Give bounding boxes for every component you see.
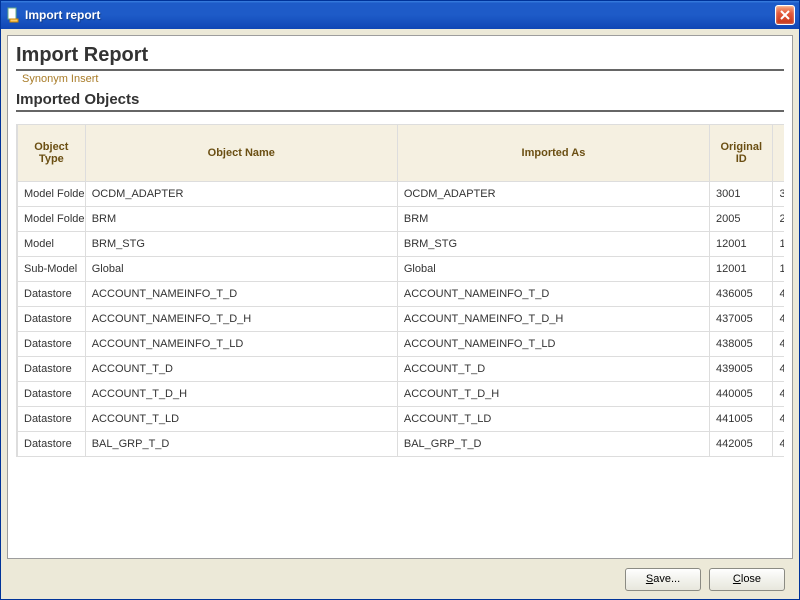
cell-nid: 439005 — [773, 357, 784, 382]
cell-as: BRM_STG — [397, 232, 709, 257]
cell-as: OCDM_ADAPTER — [397, 182, 709, 207]
cell-oid: 438005 — [710, 332, 773, 357]
cell-type: Model — [18, 232, 86, 257]
close-icon — [780, 10, 790, 20]
cell-name: ACCOUNT_NAMEINFO_T_D — [85, 282, 397, 307]
col-new-id: New ID After Import — [773, 125, 784, 182]
col-imported-as: Imported As — [397, 125, 709, 182]
cell-type: Sub-Model — [18, 257, 86, 282]
cell-name: ACCOUNT_NAMEINFO_T_LD — [85, 332, 397, 357]
import-report-window: Import report Import Report Synonym Inse… — [0, 0, 800, 600]
document-icon — [5, 7, 21, 23]
table-row: ModelBRM_STGBRM_STG1200112001 — [18, 232, 785, 257]
button-bar: Save... Close — [1, 559, 799, 599]
cell-nid: 438005 — [773, 332, 784, 357]
imported-objects-table: Object Type Object Name Imported As Orig… — [17, 124, 784, 457]
cell-as: ACCOUNT_T_D — [397, 357, 709, 382]
table-scroll[interactable]: Object Type Object Name Imported As Orig… — [16, 124, 784, 457]
cell-nid: 12001 — [773, 232, 784, 257]
cell-type: Datastore — [18, 307, 86, 332]
table-row: Model FolderOCDM_ADAPTEROCDM_ADAPTER3001… — [18, 182, 785, 207]
cell-oid: 440005 — [710, 382, 773, 407]
cell-name: ACCOUNT_NAMEINFO_T_D_H — [85, 307, 397, 332]
page-title: Import Report — [16, 44, 784, 71]
table-row: DatastoreACCOUNT_T_DACCOUNT_T_D439005439… — [18, 357, 785, 382]
cell-oid: 12001 — [710, 257, 773, 282]
cell-as: BAL_GRP_T_D — [397, 432, 709, 457]
cell-type: Datastore — [18, 357, 86, 382]
cell-nid: 437005 — [773, 307, 784, 332]
cell-name: ACCOUNT_T_D — [85, 357, 397, 382]
close-label-rest: lose — [741, 573, 761, 585]
cell-nid: 442005 — [773, 432, 784, 457]
cell-oid: 436005 — [710, 282, 773, 307]
col-object-name: Object Name — [85, 125, 397, 182]
cell-as: Global — [397, 257, 709, 282]
cell-oid: 2005 — [710, 207, 773, 232]
cell-name: BAL_GRP_T_D — [85, 432, 397, 457]
cell-name: OCDM_ADAPTER — [85, 182, 397, 207]
cell-name: ACCOUNT_T_LD — [85, 407, 397, 432]
content-area: Import Report Synonym Insert Imported Ob… — [7, 35, 793, 559]
cell-nid: 2005 — [773, 207, 784, 232]
cell-oid: 12001 — [710, 232, 773, 257]
cell-type: Model Folder — [18, 207, 86, 232]
col-object-type: Object Type — [18, 125, 86, 182]
cell-type: Datastore — [18, 382, 86, 407]
table-row: Sub-ModelGlobalGlobal1200112001 — [18, 257, 785, 282]
cell-as: BRM — [397, 207, 709, 232]
cell-type: Datastore — [18, 332, 86, 357]
table-row: DatastoreBAL_GRP_T_DBAL_GRP_T_D442005442… — [18, 432, 785, 457]
cell-as: ACCOUNT_T_LD — [397, 407, 709, 432]
cell-name: Global — [85, 257, 397, 282]
table-header-row: Object Type Object Name Imported As Orig… — [18, 125, 785, 182]
cell-nid: 441005 — [773, 407, 784, 432]
cell-type: Model Folder — [18, 182, 86, 207]
cell-type: Datastore — [18, 432, 86, 457]
table-row: DatastoreACCOUNT_T_LDACCOUNT_T_LD4410054… — [18, 407, 785, 432]
cell-name: BRM_STG — [85, 232, 397, 257]
cell-as: ACCOUNT_NAMEINFO_T_LD — [397, 332, 709, 357]
cell-oid: 3001 — [710, 182, 773, 207]
save-button[interactable]: Save... — [625, 568, 701, 591]
window-title: Import report — [25, 8, 775, 22]
cell-as: ACCOUNT_NAMEINFO_T_D — [397, 282, 709, 307]
cell-name: ACCOUNT_T_D_H — [85, 382, 397, 407]
cell-as: ACCOUNT_T_D_H — [397, 382, 709, 407]
col-original-id: Original ID — [710, 125, 773, 182]
cell-nid: 436005 — [773, 282, 784, 307]
close-dialog-button[interactable]: Close — [709, 568, 785, 591]
cell-type: Datastore — [18, 407, 86, 432]
cell-oid: 439005 — [710, 357, 773, 382]
table-row: DatastoreACCOUNT_NAMEINFO_T_LDACCOUNT_NA… — [18, 332, 785, 357]
cell-name: BRM — [85, 207, 397, 232]
cell-nid: 3001 — [773, 182, 784, 207]
table-row: DatastoreACCOUNT_T_D_HACCOUNT_T_D_H44000… — [18, 382, 785, 407]
table-row: DatastoreACCOUNT_NAMEINFO_T_DACCOUNT_NAM… — [18, 282, 785, 307]
titlebar[interactable]: Import report — [1, 1, 799, 29]
cell-nid: 440005 — [773, 382, 784, 407]
table-row: DatastoreACCOUNT_NAMEINFO_T_D_HACCOUNT_N… — [18, 307, 785, 332]
cell-as: ACCOUNT_NAMEINFO_T_D_H — [397, 307, 709, 332]
subsection-title: Imported Objects — [16, 91, 784, 112]
save-label-rest: ave... — [653, 573, 680, 585]
cell-nid: 12001 — [773, 257, 784, 282]
cell-oid: 441005 — [710, 407, 773, 432]
cell-oid: 442005 — [710, 432, 773, 457]
close-button[interactable] — [775, 5, 795, 25]
section-label: Synonym Insert — [22, 73, 784, 85]
table-row: Model FolderBRMBRM20052005 — [18, 207, 785, 232]
cell-oid: 437005 — [710, 307, 773, 332]
report-scroll[interactable]: Import Report Synonym Insert Imported Ob… — [8, 36, 792, 558]
cell-type: Datastore — [18, 282, 86, 307]
